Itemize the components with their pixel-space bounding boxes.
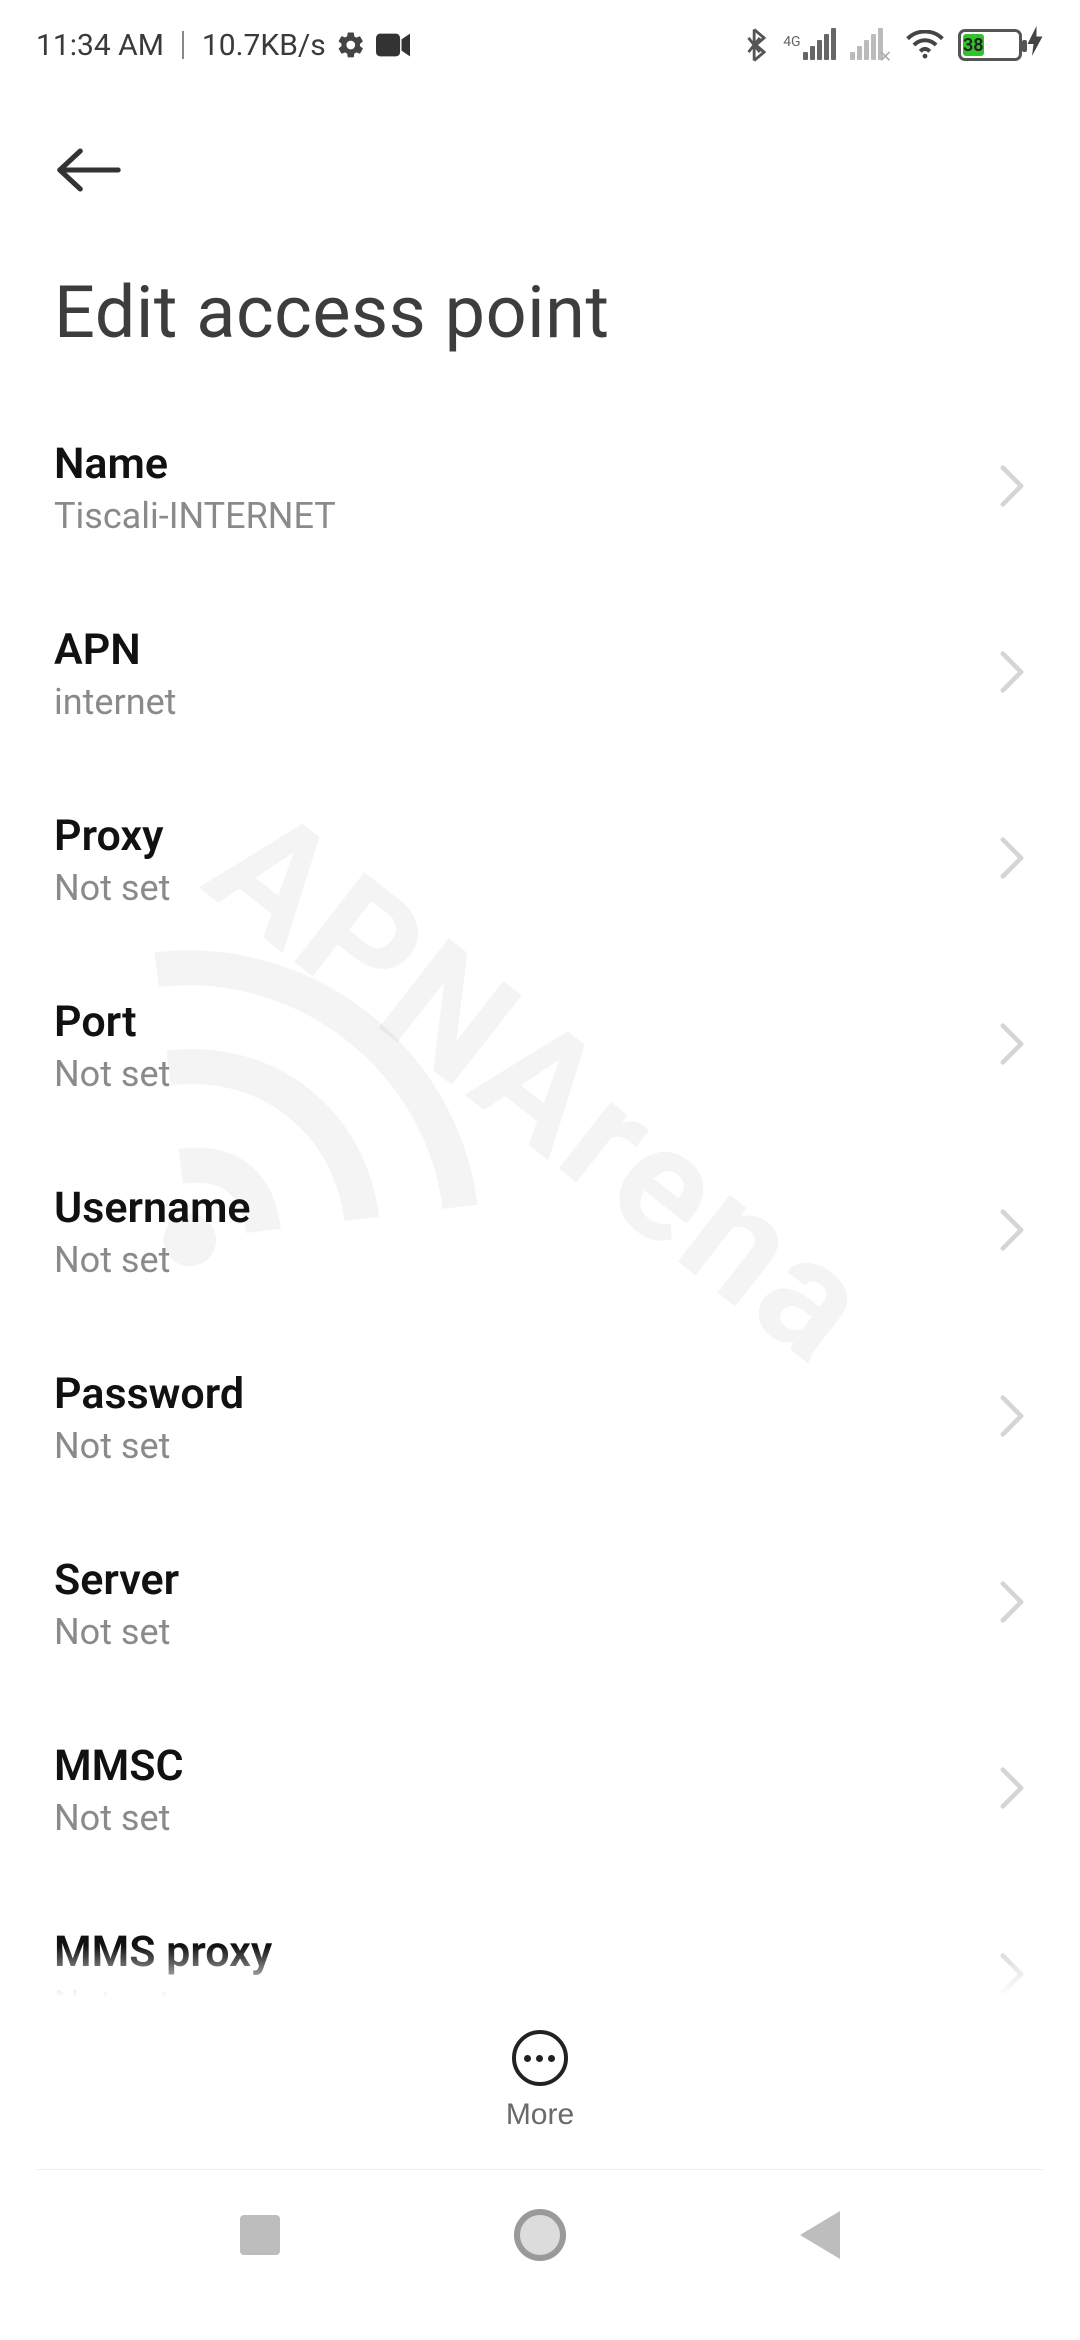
nav-recent-button[interactable] <box>215 2190 305 2280</box>
settings-value: Not set <box>54 867 170 909</box>
bluetooth-icon <box>745 28 769 62</box>
chevron-right-icon <box>998 1952 1026 2000</box>
nav-home-button[interactable] <box>495 2190 585 2280</box>
back-button[interactable] <box>54 130 134 210</box>
more-label: More <box>506 2098 574 2132</box>
settings-row-port[interactable]: Port Not set <box>54 953 1026 1139</box>
settings-row-password[interactable]: Password Not set <box>54 1325 1026 1511</box>
settings-label: Port <box>54 997 170 1047</box>
chevron-right-icon <box>998 1022 1026 1070</box>
signal-x-icon: ✕ <box>879 47 892 66</box>
status-divider <box>182 31 184 59</box>
settings-value: Not set <box>54 1239 251 1281</box>
square-icon <box>240 2215 280 2255</box>
video-icon <box>376 33 410 57</box>
triangle-left-icon <box>800 2211 840 2259</box>
settings-row-apn[interactable]: APN internet <box>54 581 1026 767</box>
settings-row-mmsc[interactable]: MMSC Not set <box>54 1697 1026 1883</box>
bottom-action-bar: More <box>0 2006 1080 2156</box>
settings-label: Server <box>54 1555 179 1605</box>
settings-label: Password <box>54 1369 244 1419</box>
settings-value: Not set <box>54 1425 244 1467</box>
arrow-left-icon <box>54 146 124 194</box>
chevron-right-icon <box>998 1394 1026 1442</box>
status-left: 11:34 AM 10.7KB/s <box>36 28 410 63</box>
settings-row-name[interactable]: Name Tiscali-INTERNET <box>54 395 1026 581</box>
chevron-right-icon <box>998 650 1026 698</box>
settings-value: Not set <box>54 1797 184 1839</box>
signal-1: 4G <box>783 30 835 60</box>
settings-label: MMSC <box>54 1741 184 1791</box>
status-time: 11:34 AM <box>36 28 164 63</box>
settings-label: Name <box>54 439 336 489</box>
battery-percent: 38 <box>963 35 984 56</box>
more-button[interactable]: More <box>506 2030 574 2132</box>
signal-2-none: ✕ <box>850 30 892 60</box>
chevron-right-icon <box>998 1208 1026 1256</box>
header <box>0 90 1080 210</box>
settings-list: Name Tiscali-INTERNET APN internet Proxy… <box>0 395 1080 2006</box>
settings-row-username[interactable]: Username Not set <box>54 1139 1026 1325</box>
gear-icon <box>336 30 366 60</box>
system-nav-bar <box>0 2170 1080 2340</box>
status-bar: 11:34 AM 10.7KB/s 4G ✕ 38 <box>0 0 1080 90</box>
settings-row-server[interactable]: Server Not set <box>54 1511 1026 1697</box>
nav-back-button[interactable] <box>775 2190 865 2280</box>
chevron-right-icon <box>998 464 1026 512</box>
settings-value: Not set <box>54 1983 272 2006</box>
content-scroll[interactable]: APNArena Edit access point Name Tiscali-… <box>0 90 1080 2006</box>
settings-value: internet <box>54 681 176 723</box>
settings-value: Not set <box>54 1611 179 1653</box>
chevron-right-icon <box>998 1580 1026 1628</box>
battery-indicator: 38 <box>958 26 1044 64</box>
settings-value: Not set <box>54 1053 170 1095</box>
chevron-right-icon <box>998 836 1026 884</box>
status-right: 4G ✕ 38 <box>745 26 1044 64</box>
settings-label: Proxy <box>54 811 170 861</box>
charging-icon <box>1026 26 1044 64</box>
circle-icon <box>514 2209 566 2261</box>
chevron-right-icon <box>998 1766 1026 1814</box>
wifi-icon <box>906 30 944 60</box>
signal-network-label: 4G <box>783 34 800 50</box>
settings-label: Username <box>54 1183 251 1233</box>
page-title: Edit access point <box>0 210 1080 395</box>
settings-row-mms-proxy[interactable]: MMS proxy Not set <box>54 1883 1026 2006</box>
settings-value: Tiscali-INTERNET <box>54 495 336 537</box>
more-icon <box>512 2030 568 2086</box>
settings-row-proxy[interactable]: Proxy Not set <box>54 767 1026 953</box>
settings-label: APN <box>54 625 176 675</box>
settings-label: MMS proxy <box>54 1927 272 1977</box>
status-data-rate: 10.7KB/s <box>202 28 326 63</box>
